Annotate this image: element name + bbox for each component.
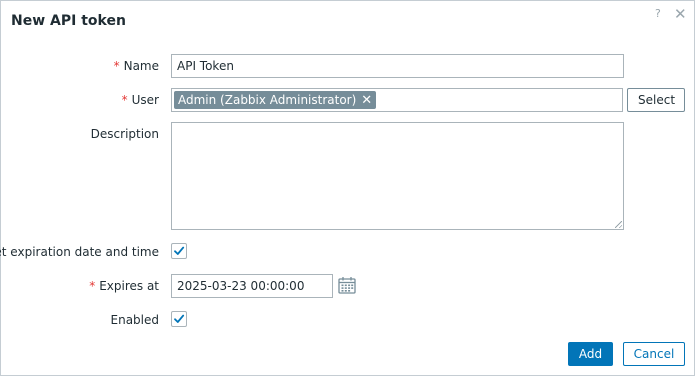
expires-at-label: * Expires at	[89, 279, 159, 293]
user-label: * User	[122, 93, 159, 107]
required-marker: *	[121, 93, 128, 107]
new-api-token-dialog: New API token ? ✕ *Name *User Admin (Zab…	[0, 0, 695, 376]
user-label-text: User	[131, 93, 159, 107]
close-icon[interactable]: ✕	[674, 7, 687, 22]
user-multiselect[interactable]: Admin (Zabbix Administrator) ✕	[171, 88, 623, 112]
description-textarea[interactable]	[171, 122, 624, 230]
required-marker: *	[113, 59, 120, 73]
add-button[interactable]: Add	[568, 342, 613, 366]
set-expiration-checkbox[interactable]	[171, 243, 187, 259]
expires-at-label-text: Expires at	[99, 279, 159, 293]
name-label: * Name	[114, 59, 159, 73]
dialog-title: New API token	[11, 13, 126, 29]
checkmark-icon	[174, 314, 185, 323]
name-input[interactable]	[171, 54, 624, 78]
expires-at-input[interactable]	[171, 274, 333, 298]
enabled-checkbox[interactable]	[171, 311, 187, 327]
user-tag-label: Admin (Zabbix Administrator)	[178, 93, 357, 107]
name-label-text: Name	[123, 59, 159, 73]
cancel-button[interactable]: Cancel	[623, 342, 685, 366]
calendar-icon[interactable]	[338, 276, 356, 297]
description-label: Description	[90, 127, 159, 141]
user-tag: Admin (Zabbix Administrator) ✕	[174, 91, 377, 109]
required-marker: *	[89, 279, 96, 293]
checkmark-icon	[174, 246, 185, 255]
select-user-button[interactable]: Select	[627, 88, 685, 112]
remove-tag-icon[interactable]: ✕	[361, 93, 372, 108]
set-expiration-label: Set expiration date and time	[0, 245, 159, 259]
resize-grip-icon[interactable]	[615, 221, 622, 228]
help-icon[interactable]: ?	[655, 7, 661, 21]
enabled-label: Enabled	[110, 313, 160, 327]
